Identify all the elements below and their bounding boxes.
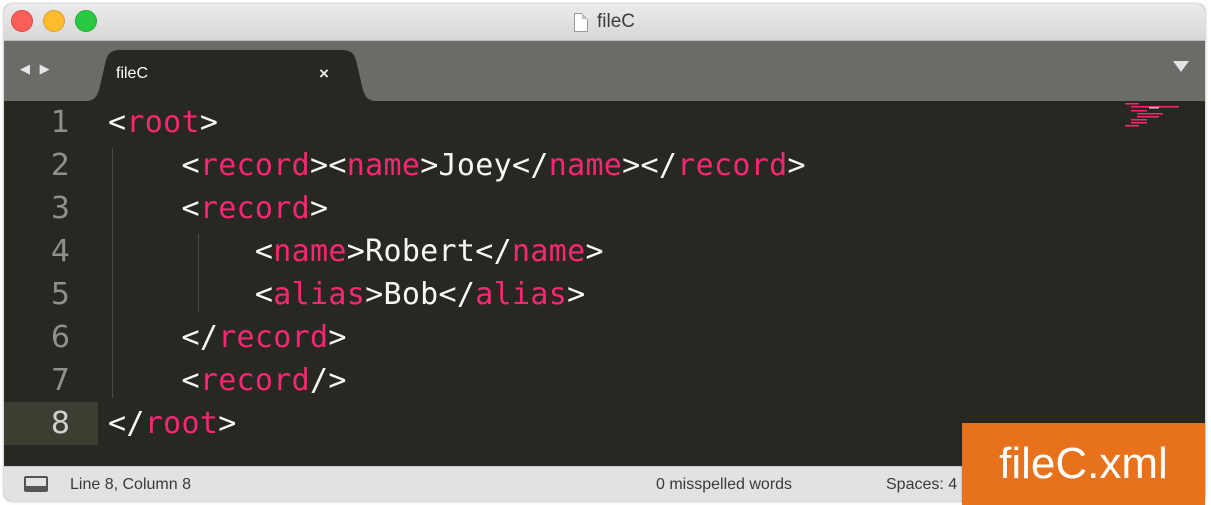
xml-tag-name: name bbox=[512, 234, 586, 269]
tab-nav-arrows-icon[interactable]: ◀ ▶ bbox=[20, 61, 53, 77]
line-number: 6 bbox=[50, 320, 70, 355]
code-token: < bbox=[181, 191, 200, 226]
window-title: fileC bbox=[4, 4, 1205, 40]
tab-bar: ◀ ▶ fileC × bbox=[4, 41, 1205, 101]
code-text: </root> bbox=[108, 402, 237, 445]
code-text: <record/> bbox=[108, 359, 347, 402]
indent-guide bbox=[112, 148, 113, 398]
indentation-setting[interactable]: Spaces: 4 bbox=[886, 476, 957, 494]
line-number: 2 bbox=[50, 148, 70, 183]
code-token: < bbox=[108, 105, 127, 140]
xml-tag-name: alias bbox=[273, 277, 366, 312]
code-token: > bbox=[567, 277, 586, 312]
code-token: > bbox=[328, 320, 347, 355]
code-text: <name>Robert</name> bbox=[108, 230, 604, 273]
code-token: < bbox=[254, 234, 274, 269]
xml-tag-name: record bbox=[199, 363, 310, 398]
line-number: 5 bbox=[50, 277, 70, 312]
code-text: <alias>Bob</alias> bbox=[108, 273, 585, 316]
spelling-status: 0 misspelled words bbox=[656, 476, 793, 493]
xml-tag-name: name bbox=[548, 148, 623, 183]
xml-tag-name: name bbox=[346, 148, 421, 183]
xml-tag-name: record bbox=[677, 148, 788, 183]
code-line[interactable]: 3 <record> bbox=[4, 187, 1205, 230]
code-token: < bbox=[254, 277, 274, 312]
code-line[interactable]: 6 </record> bbox=[4, 316, 1205, 359]
xml-tag-name: alias bbox=[475, 277, 568, 312]
xml-tag-name: name bbox=[273, 234, 347, 269]
code-token: > bbox=[199, 105, 219, 140]
code-editor[interactable]: 1 <root> 2 <record><name>Joey</name></reco… bbox=[4, 101, 1205, 467]
code-text: <root> bbox=[108, 101, 218, 144]
line-number: 3 bbox=[50, 191, 70, 226]
code-text: <record> bbox=[108, 187, 328, 230]
tab-filec[interactable]: fileC × bbox=[86, 50, 376, 101]
title-bar: fileC bbox=[4, 4, 1205, 41]
tab-label: fileC bbox=[116, 65, 149, 82]
code-token: < bbox=[181, 363, 200, 398]
line-number: 8 bbox=[4, 402, 98, 445]
code-text: </record> bbox=[108, 316, 347, 359]
code-token: < bbox=[181, 148, 200, 183]
code-line[interactable]: 1 <root> bbox=[4, 101, 1205, 144]
line-number: 1 bbox=[50, 105, 70, 140]
window-title-text: fileC bbox=[596, 11, 635, 32]
code-token: </ bbox=[108, 406, 145, 441]
document-icon bbox=[573, 12, 588, 32]
code-token: > bbox=[218, 406, 237, 441]
tab-dropdown-icon[interactable] bbox=[1173, 61, 1189, 72]
code-token: >Joey</ bbox=[420, 148, 549, 183]
tab-close-icon[interactable]: × bbox=[319, 64, 329, 84]
code-token: ></ bbox=[622, 148, 678, 183]
xml-tag-name: record bbox=[218, 320, 329, 355]
code-text: <record><name>Joey</name></record> bbox=[108, 144, 806, 187]
filename-badge: fileC.xml bbox=[962, 423, 1205, 505]
code-line[interactable]: 5 <alias>Bob</alias> bbox=[4, 273, 1205, 316]
indent-guide bbox=[198, 234, 199, 312]
panel-toggle-icon[interactable] bbox=[24, 476, 48, 492]
code-token: >Robert</ bbox=[346, 234, 512, 269]
xml-tag-name: record bbox=[199, 148, 310, 183]
cursor-position: Line 8, Column 8 bbox=[70, 476, 191, 493]
code-token: > bbox=[787, 148, 806, 183]
code-token: >Bob</ bbox=[365, 277, 476, 312]
code-line[interactable]: 2 <record><name>Joey</name></record> bbox=[4, 144, 1205, 187]
code-line[interactable]: 7 <record/> bbox=[4, 359, 1205, 402]
xml-tag-name: root bbox=[144, 406, 219, 441]
code-token: >< bbox=[310, 148, 347, 183]
code-token: </ bbox=[181, 320, 219, 355]
line-number: 7 bbox=[50, 363, 70, 398]
line-number: 4 bbox=[50, 234, 70, 269]
xml-tag-name: root bbox=[126, 105, 200, 140]
code-token: > bbox=[585, 234, 604, 269]
code-line[interactable]: 4 <name>Robert</name> bbox=[4, 230, 1205, 273]
xml-tag-name: record bbox=[199, 191, 310, 226]
code-token: /> bbox=[310, 363, 347, 398]
code-token: > bbox=[310, 191, 329, 226]
